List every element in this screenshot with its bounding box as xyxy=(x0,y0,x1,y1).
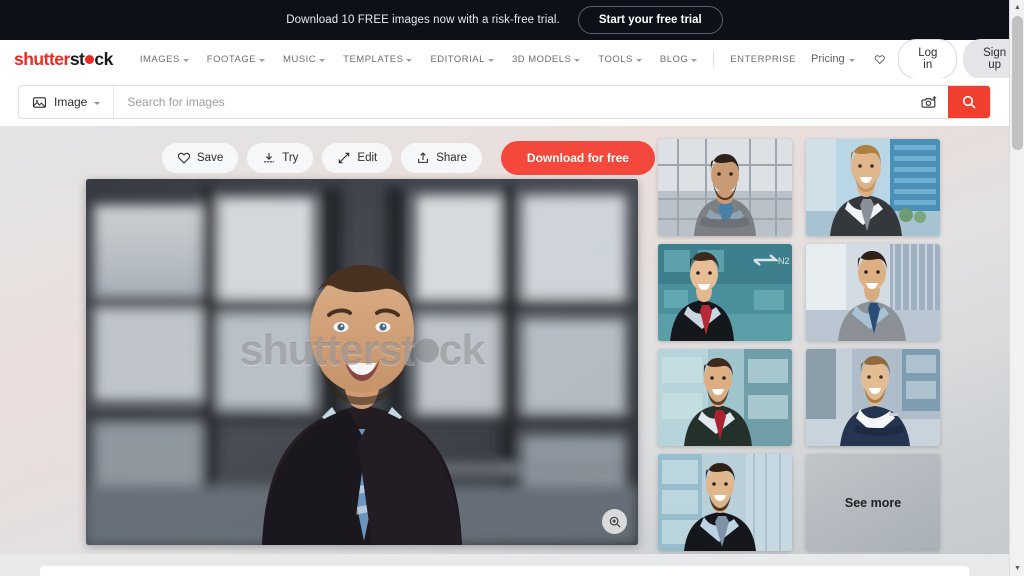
save-button-label: Save xyxy=(197,152,224,164)
see-more-tile[interactable]: See more xyxy=(806,454,940,551)
related-thumbnail-4[interactable] xyxy=(806,244,940,341)
nav-item-label: FOOTAGE xyxy=(206,53,257,65)
thumbnail-graphic xyxy=(658,139,792,236)
scroll-down-icon[interactable]: ▼ xyxy=(1010,561,1024,576)
related-thumbnail-1[interactable] xyxy=(658,139,792,236)
related-thumbnail-5[interactable] xyxy=(658,349,792,446)
nav-item-blog[interactable]: BLOG xyxy=(651,48,706,71)
related-thumbnail-7[interactable] xyxy=(658,454,792,551)
search-type-label: Image xyxy=(54,95,88,109)
below-fold-panel xyxy=(0,554,1009,576)
page-root: Download 10 FREE images now with a risk-… xyxy=(0,0,1024,576)
search-submit-button[interactable] xyxy=(948,86,990,118)
nav-item-music[interactable]: MUSIC xyxy=(274,48,334,71)
related-images-grid: N2 See more xyxy=(658,139,940,551)
promo-banner: Download 10 FREE images now with a risk-… xyxy=(0,0,1009,40)
share-button-label: Share xyxy=(436,152,467,164)
nav-divider xyxy=(713,51,715,67)
nav-item-images[interactable]: IMAGES xyxy=(131,48,198,71)
logo-text-part3: ck xyxy=(94,48,113,69)
thumbnail-graphic xyxy=(658,454,792,551)
image-icon xyxy=(33,96,46,108)
page-scrollbar[interactable]: ▲ ▼ xyxy=(1009,0,1024,576)
heart-icon xyxy=(177,152,191,164)
nav-menu: IMAGES FOOTAGE MUSIC TEMPLATES EDITORIAL… xyxy=(131,48,805,71)
share-button[interactable]: Share xyxy=(401,143,482,173)
related-thumbnail-2[interactable] xyxy=(806,139,940,236)
nav-item-enterprise[interactable]: ENTERPRISE xyxy=(721,48,805,71)
nav-right-group: Pricing Log in Sign up xyxy=(805,39,1024,79)
zoom-image-button[interactable] xyxy=(602,509,627,534)
try-button-label: Try xyxy=(282,152,299,164)
main-content: Save Try Edit Share Download for free sh… xyxy=(0,126,1009,554)
chevron-down-icon xyxy=(691,58,698,62)
nav-item-label: ENTERPRISE xyxy=(730,53,796,65)
search-input[interactable] xyxy=(114,86,910,118)
nav-item-label: EDITORIAL xyxy=(430,53,485,65)
download-try-icon xyxy=(264,153,275,163)
login-button[interactable]: Log in xyxy=(898,39,958,79)
chevron-down-icon xyxy=(635,58,642,62)
chevron-down-icon xyxy=(574,58,581,62)
thumbnail-graphic xyxy=(806,349,940,446)
nav-item-editorial[interactable]: EDITORIAL xyxy=(421,48,502,71)
logo-text-part1: shutter xyxy=(14,48,70,69)
save-button[interactable]: Save xyxy=(162,143,239,173)
nav-pricing-label: Pricing xyxy=(811,53,845,65)
try-button[interactable]: Try xyxy=(247,143,314,173)
nav-item-templates[interactable]: TEMPLATES xyxy=(334,48,421,71)
svg-text:N2: N2 xyxy=(778,256,790,266)
nav-item-label: TEMPLATES xyxy=(343,53,404,65)
nav-item-footage[interactable]: FOOTAGE xyxy=(198,48,274,71)
thumbnail-graphic: N2 xyxy=(658,244,792,341)
chevron-down-icon xyxy=(259,58,266,62)
start-free-trial-button[interactable]: Start your free trial xyxy=(577,6,723,34)
promo-text: Download 10 FREE images now with a risk-… xyxy=(286,14,560,26)
chevron-down-icon xyxy=(319,58,326,62)
shutterstock-logo[interactable]: shutter st ck xyxy=(14,49,113,70)
hero-image[interactable]: shutterst ck xyxy=(86,179,638,545)
thumbnail-graphic xyxy=(658,349,792,446)
logo-text-part2: st xyxy=(69,48,85,69)
logo-o-mark-icon xyxy=(84,54,94,64)
see-more-label: See more xyxy=(844,495,902,510)
magnifier-plus-icon xyxy=(609,516,621,528)
nav-item-label: BLOG xyxy=(659,53,689,65)
nav-item-label: IMAGES xyxy=(139,53,180,65)
edit-button[interactable]: Edit xyxy=(322,143,393,173)
favorites-heart-icon[interactable] xyxy=(874,51,886,68)
search-icon xyxy=(962,95,976,109)
main-navbar: shutter st ck IMAGES FOOTAGE MUSIC TEMPLAT… xyxy=(0,39,1024,79)
nav-item-pricing[interactable]: Pricing xyxy=(805,48,861,70)
chevron-down-icon xyxy=(182,58,189,62)
search-row: Image xyxy=(0,78,1009,126)
chevron-down-icon xyxy=(487,58,494,62)
thumbnail-graphic xyxy=(806,244,940,341)
nav-item-tools[interactable]: TOOLS xyxy=(589,48,651,71)
search-type-selector[interactable]: Image xyxy=(19,86,115,118)
related-thumbnail-6[interactable] xyxy=(806,349,940,446)
chevron-down-icon xyxy=(94,101,101,105)
chevron-down-icon xyxy=(848,58,855,62)
scrollbar-thumb[interactable] xyxy=(1012,16,1023,150)
hero-image-graphic xyxy=(86,179,638,545)
download-for-free-button[interactable]: Download for free xyxy=(500,141,655,175)
nav-item-label: 3D MODELS xyxy=(511,53,572,65)
asset-action-toolbar: Save Try Edit Share Download for free xyxy=(162,141,655,175)
scroll-up-icon[interactable]: ▲ xyxy=(1010,0,1024,15)
thumbnail-graphic xyxy=(806,139,940,236)
visual-search-camera-button[interactable] xyxy=(910,86,948,118)
related-thumbnail-3[interactable]: N2 xyxy=(658,244,792,341)
nav-item-3d-models[interactable]: 3D MODELS xyxy=(503,48,589,71)
edit-wand-icon xyxy=(339,152,350,164)
camera-search-icon xyxy=(920,95,936,108)
nav-item-label: TOOLS xyxy=(598,53,633,65)
search-box: Image xyxy=(18,85,991,119)
share-upload-icon xyxy=(418,152,429,163)
chevron-down-icon xyxy=(406,58,413,62)
edit-button-label: Edit xyxy=(357,152,378,164)
nav-item-label: MUSIC xyxy=(283,53,317,65)
